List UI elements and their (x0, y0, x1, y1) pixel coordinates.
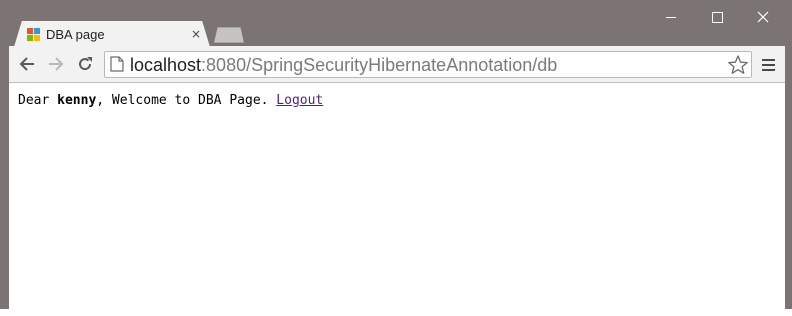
reload-icon[interactable] (73, 52, 97, 76)
welcome-message: Dear kenny, Welcome to DBA Page. Logout (18, 92, 323, 110)
hamburger-menu-icon[interactable] (758, 54, 778, 76)
tab-dba-page[interactable] (14, 21, 210, 47)
greeting-prefix: Dear (18, 93, 58, 108)
url-text[interactable]: localhost:8080/SpringSecurityHibernateAn… (130, 54, 557, 76)
url-host: localhost (130, 55, 202, 75)
greeting-suffix: , Welcome to DBA Page. (96, 93, 277, 108)
logout-link[interactable]: Logout (276, 93, 323, 108)
window-bottom-edge (0, 309, 792, 316)
tab-close-icon[interactable]: × (188, 26, 204, 42)
maximize-icon[interactable] (694, 0, 740, 34)
browser-window: DBA page × localhost:8080/SpringSecurity… (0, 0, 792, 316)
new-tab-button[interactable] (214, 27, 244, 43)
forward-arrow-icon[interactable] (44, 52, 68, 76)
url-path: :8080/SpringSecurityHibernateAnnotation/… (201, 55, 558, 75)
back-arrow-icon[interactable] (15, 52, 39, 76)
minimize-icon[interactable] (648, 0, 694, 34)
username: kenny (57, 93, 97, 108)
page-content (9, 83, 785, 309)
page-icon (110, 56, 124, 72)
star-icon[interactable] (727, 54, 749, 76)
close-icon[interactable] (740, 0, 786, 34)
spring-favicon-icon (27, 28, 40, 41)
tab-title: DBA page (46, 27, 105, 42)
